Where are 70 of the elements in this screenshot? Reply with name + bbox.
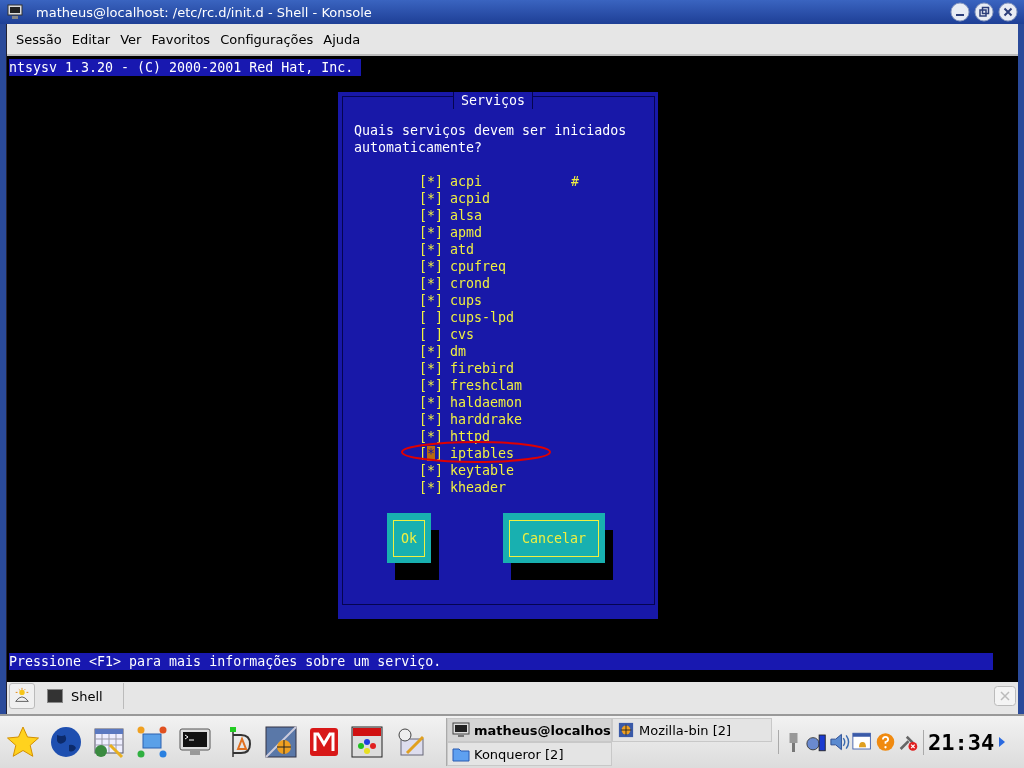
- m-logo-icon[interactable]: [307, 725, 341, 759]
- checkbox[interactable]: [*]: [419, 241, 444, 258]
- speaker-icon[interactable]: [829, 730, 850, 754]
- service-name: atd: [450, 241, 475, 258]
- question-text: Quais serviços devem ser iniciados automaticamente?: [354, 122, 628, 156]
- checkbox[interactable]: [*]: [419, 224, 444, 241]
- checkbox[interactable]: [*]: [419, 207, 444, 224]
- scroll-indicator: #: [571, 173, 579, 190]
- clock[interactable]: 21:34: [923, 729, 999, 755]
- service-name: httpd: [450, 428, 491, 445]
- checkbox[interactable]: [*]: [419, 377, 444, 394]
- checkbox[interactable]: [*]: [419, 411, 444, 428]
- service-name: firebird: [450, 360, 515, 377]
- network-icon[interactable]: [135, 725, 169, 759]
- restore-button[interactable]: [974, 2, 994, 22]
- checkbox[interactable]: [*]: [419, 190, 444, 207]
- service-name: iptables: [450, 445, 515, 462]
- service-name: cvs: [450, 326, 475, 343]
- menu-item[interactable]: Favoritos: [146, 29, 216, 49]
- menu-item[interactable]: Ver: [115, 29, 147, 49]
- checkbox[interactable]: [*]: [419, 360, 444, 377]
- checkbox[interactable]: [*]: [419, 428, 444, 445]
- new-session-button[interactable]: [9, 683, 35, 709]
- checkbox[interactable]: [*]: [419, 462, 444, 479]
- checkbox[interactable]: [*]: [419, 292, 444, 309]
- menu-item[interactable]: Sessão: [11, 29, 67, 49]
- task-button[interactable]: Konqueror [2]: [447, 742, 612, 766]
- checkbox[interactable]: [*]: [419, 394, 444, 411]
- checkbox[interactable]: [*]: [419, 258, 444, 275]
- checkbox[interactable]: [*]: [419, 343, 444, 360]
- checkbox[interactable]: [*]: [419, 479, 444, 496]
- service-name: apmd: [450, 224, 483, 241]
- service-name: cpufreq: [450, 258, 507, 275]
- checkbox[interactable]: [*]: [419, 173, 444, 190]
- service-name: cups-lpd: [450, 309, 515, 326]
- checkbox[interactable]: [*]: [419, 275, 444, 292]
- app-icon: [617, 722, 635, 738]
- checkbox[interactable]: [ ]: [419, 309, 444, 326]
- close-button[interactable]: [998, 2, 1018, 22]
- folder-icon: [452, 746, 470, 762]
- service-name: freshclam: [450, 377, 523, 394]
- service-name: kheader: [450, 479, 507, 496]
- service-name: haldaemon: [450, 394, 523, 411]
- sun-landscape-icon: [13, 687, 31, 705]
- service-name: keytable: [450, 462, 515, 479]
- service-name: crond: [450, 275, 491, 292]
- calendar-icon[interactable]: [92, 725, 126, 759]
- service-name: alsa: [450, 207, 483, 224]
- star-icon[interactable]: [6, 725, 40, 759]
- service-name: dm: [450, 343, 467, 360]
- game-icon[interactable]: [350, 725, 384, 759]
- terminal-icon: [47, 689, 63, 703]
- menu-item[interactable]: Ajuda: [318, 29, 366, 49]
- dialog-title: Serviços: [453, 92, 534, 109]
- service-name: acpid: [450, 190, 491, 207]
- service-name: acpi: [450, 173, 483, 190]
- math-icon[interactable]: [264, 725, 298, 759]
- service-name: cups: [450, 292, 483, 309]
- window-title: matheus@localhost: /etc/rc.d/init.d - Shell - Konsole: [36, 4, 373, 20]
- terminal-icon: [452, 722, 470, 738]
- service-name: harddrake: [450, 411, 523, 428]
- minimize-button[interactable]: [950, 2, 970, 22]
- menu-item[interactable]: Editar: [66, 29, 116, 49]
- task-button[interactable]: Mozilla-bin [2]: [612, 718, 772, 742]
- globe-icon[interactable]: [49, 725, 83, 759]
- task-button[interactable]: matheus@localhos: [447, 718, 612, 742]
- menu-item[interactable]: Configurações: [215, 29, 319, 49]
- checkbox[interactable]: [ ]: [419, 326, 444, 343]
- arrow-right-icon[interactable]: [998, 736, 1007, 748]
- monitor-icon[interactable]: [6, 4, 24, 20]
